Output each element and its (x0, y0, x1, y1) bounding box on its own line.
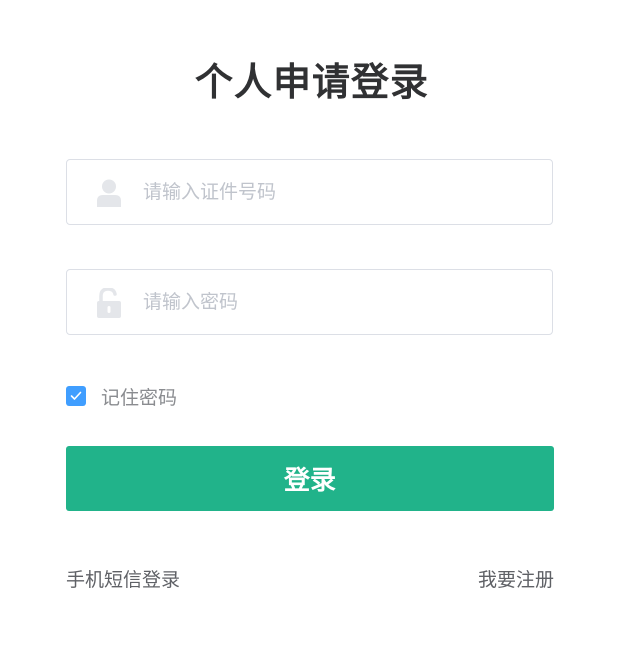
id-number-field[interactable] (66, 159, 553, 225)
password-input[interactable] (143, 270, 533, 334)
id-number-input[interactable] (143, 160, 533, 224)
remember-password[interactable]: 记住密码 (66, 383, 177, 410)
login-button[interactable]: 登录 (66, 446, 554, 511)
check-icon (70, 391, 82, 400)
user-icon (96, 178, 122, 208)
remember-checkbox[interactable] (66, 386, 86, 406)
register-link[interactable]: 我要注册 (478, 566, 554, 594)
remember-label[interactable]: 记住密码 (101, 383, 177, 410)
page-title: 个人申请登录 (194, 60, 429, 104)
password-field[interactable] (66, 269, 553, 335)
lock-icon (96, 287, 122, 318)
sms-login-link[interactable]: 手机短信登录 (66, 566, 180, 594)
